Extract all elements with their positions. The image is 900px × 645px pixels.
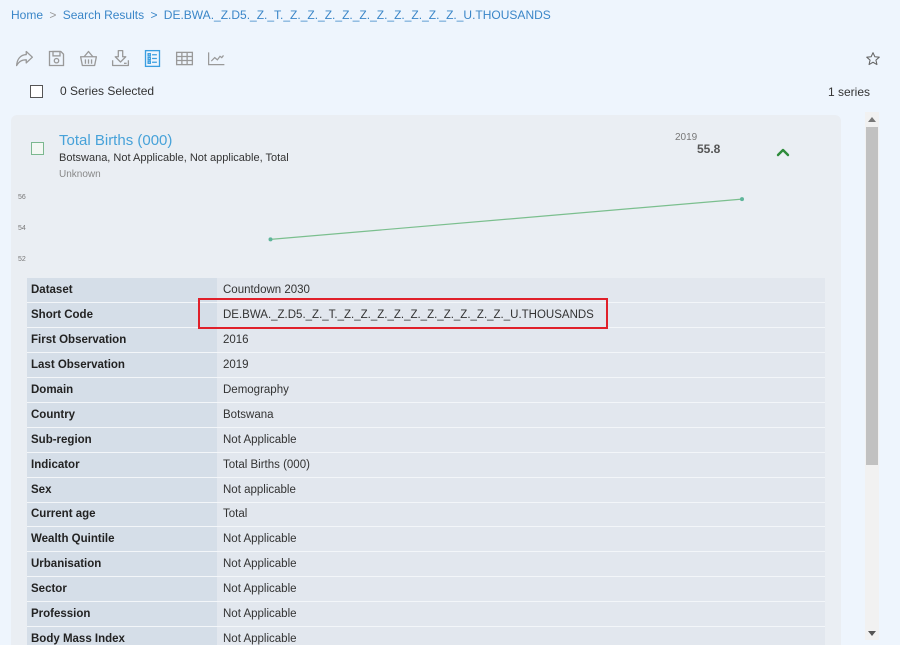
metadata-value: 2016	[217, 327, 825, 354]
metadata-row: Sub-region Not Applicable	[27, 427, 825, 453]
metadata-key: Sex	[27, 477, 217, 503]
metadata-value: DE.BWA._Z.D5._Z._T._Z._Z._Z._Z._Z._Z._Z.…	[217, 302, 825, 329]
series-subtitle: Botswana, Not Applicable, Not applicable…	[59, 152, 289, 164]
metadata-row: Urbanisation Not Applicable	[27, 551, 825, 578]
breadcrumb-current: DE.BWA._Z.D5._Z._T._Z._Z._Z._Z._Z._Z._Z.…	[163, 8, 551, 22]
metadata-row: Short Code DE.BWA._Z.D5._Z._T._Z._Z._Z._Z…	[27, 302, 825, 329]
collapse-chevron-up-icon[interactable]	[775, 146, 791, 158]
scroll-down-arrow-icon	[868, 630, 876, 636]
series-title[interactable]: Total Births (000)	[59, 132, 172, 149]
metadata-value: 2019	[217, 352, 825, 379]
series-unit: Unknown	[59, 169, 101, 180]
metadata-row: Last Observation 2019	[27, 352, 825, 379]
series-card: Total Births (000) Botswana, Not Applica…	[11, 115, 841, 645]
series-count: 1 series	[828, 85, 871, 99]
metadata-value: Demography	[217, 377, 825, 403]
metadata-row: Current age Total	[27, 502, 825, 528]
basket-icon	[79, 50, 98, 67]
breadcrumb-separator: >	[49, 8, 57, 22]
download-icon	[111, 49, 130, 67]
data-point[interactable]	[268, 237, 273, 242]
metadata-table: Dataset Countdown 2030 Short Code DE.BWA._Z…	[27, 278, 825, 645]
save-button[interactable]	[46, 48, 67, 69]
favorite-star-icon[interactable]	[865, 51, 881, 67]
metadata-value: Total Births (000)	[217, 452, 825, 478]
breadcrumb-search-results[interactable]: Search Results	[63, 8, 144, 22]
metadata-key: Short Code	[27, 302, 217, 329]
metadata-value: Not Applicable	[217, 526, 825, 553]
share-icon	[15, 50, 34, 67]
save-icon	[48, 50, 65, 67]
metadata-key: Sector	[27, 576, 217, 603]
metadata-key: Domain	[27, 377, 217, 403]
metadata-key: Profession	[27, 601, 217, 627]
metadata-value: Not Applicable	[217, 601, 825, 627]
select-all-checkbox[interactable]	[30, 84, 43, 98]
download-button[interactable]	[110, 48, 131, 69]
y-tick-label: 54	[18, 225, 26, 232]
series-checkbox[interactable]	[31, 142, 44, 155]
metadata-value: Not Applicable	[217, 427, 825, 453]
metadata-value: Not Applicable	[217, 626, 825, 645]
metadata-row: First Observation 2016	[27, 327, 825, 354]
metadata-key: Wealth Quintile	[27, 526, 217, 553]
toolbar	[14, 48, 227, 69]
metadata-row: Dataset Countdown 2030	[27, 278, 825, 304]
chart-view-icon	[208, 52, 225, 66]
metadata-row: Wealth Quintile Not Applicable	[27, 526, 825, 553]
select-all-row: 0 Series Selected	[30, 84, 154, 98]
metadata-key: Current age	[27, 502, 217, 528]
series-line	[270, 198, 743, 240]
metadata-key: Dataset	[27, 278, 217, 304]
scroll-down-button[interactable]	[865, 626, 879, 640]
last-observation-year: 2019	[675, 132, 698, 143]
metadata-row: Domain Demography	[27, 377, 825, 403]
basket-button[interactable]	[78, 48, 99, 69]
list-view-button[interactable]	[142, 48, 163, 69]
sparkline-chart: 56 54 52	[18, 194, 744, 263]
table-view-button[interactable]	[174, 48, 195, 69]
metadata-key: Indicator	[27, 452, 217, 478]
vertical-scrollbar[interactable]	[865, 112, 879, 640]
metadata-value: Countdown 2030	[217, 278, 825, 304]
last-observation-value: 55.8	[697, 142, 721, 156]
y-tick-label: 52	[18, 256, 26, 263]
breadcrumb: Home > Search Results > DE.BWA._Z.D5._Z.…	[11, 8, 551, 22]
metadata-key: Last Observation	[27, 352, 217, 379]
metadata-key: Country	[27, 402, 217, 428]
data-point[interactable]	[740, 197, 744, 202]
metadata-value: Not Applicable	[217, 551, 825, 578]
table-view-icon	[175, 51, 194, 66]
metadata-row: Profession Not Applicable	[27, 601, 825, 627]
metadata-key: Body Mass Index	[27, 626, 217, 645]
scroll-thumb[interactable]	[866, 127, 878, 465]
breadcrumb-separator: >	[150, 8, 158, 22]
metadata-value: Not Applicable	[217, 576, 825, 603]
series-selected-label: 0 Series Selected	[60, 84, 155, 98]
metadata-key: Urbanisation	[27, 551, 217, 578]
metadata-value: Botswana	[217, 402, 825, 428]
metadata-value: Not applicable	[217, 477, 825, 503]
metadata-row: Body Mass Index Not Applicable	[27, 626, 825, 645]
metadata-key: Sub-region	[27, 427, 217, 453]
metadata-row: Sector Not Applicable	[27, 576, 825, 603]
share-button[interactable]	[14, 48, 35, 69]
metadata-value: Total	[217, 502, 825, 528]
y-tick-label: 56	[18, 194, 26, 201]
metadata-row: Country Botswana	[27, 402, 825, 428]
chart-view-button[interactable]	[206, 48, 227, 69]
list-view-icon	[144, 49, 161, 68]
scroll-up-arrow-icon	[868, 116, 876, 122]
breadcrumb-home[interactable]: Home	[11, 8, 43, 22]
scroll-up-button[interactable]	[865, 112, 879, 126]
metadata-row: Indicator Total Births (000)	[27, 452, 825, 478]
metadata-key: First Observation	[27, 327, 217, 354]
metadata-row: Sex Not applicable	[27, 477, 825, 503]
